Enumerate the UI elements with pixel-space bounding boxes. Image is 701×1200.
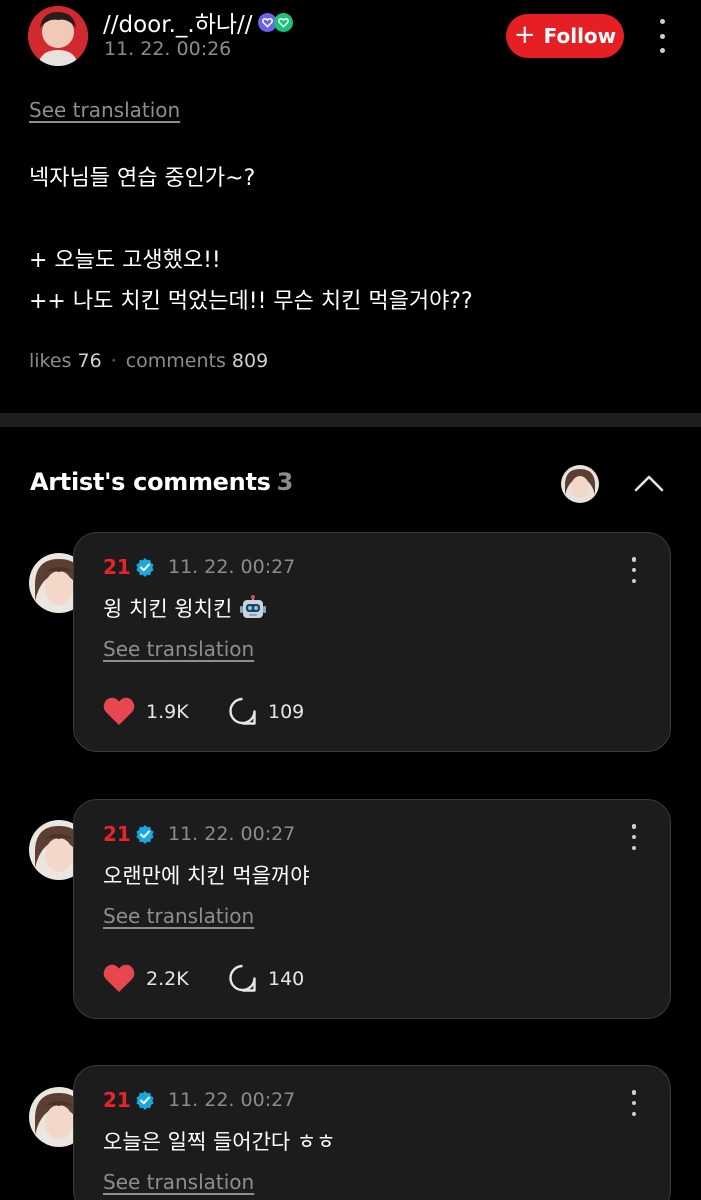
comment-card: 21 11. 22. 00:27 윙 치킨 윙치킨 See translatio… bbox=[73, 532, 671, 752]
see-translation-link[interactable]: See translation bbox=[103, 1170, 254, 1194]
reply-count: 140 bbox=[268, 967, 305, 990]
comment-timestamp: 11. 22. 00:27 bbox=[168, 1089, 296, 1111]
post-text-line: 넥자님들 연습 중인가~? bbox=[29, 166, 256, 191]
post-text-line: ++ 나도 치킨 먹었는데!! 무슨 치킨 먹을거야?? bbox=[29, 289, 473, 314]
post-timestamp: 11. 22. 00:26 bbox=[104, 38, 232, 60]
post-text-line: + 오늘도 고생했오!! bbox=[29, 248, 221, 273]
artist-comments-count: 3 bbox=[276, 468, 294, 496]
post-text: 넥자님들 연습 중인가~? + 오늘도 고생했오!! ++ 나도 치킨 먹었는데… bbox=[29, 158, 669, 322]
reply-count: 109 bbox=[268, 700, 305, 723]
more-options-icon[interactable] bbox=[651, 16, 673, 56]
artist-comments-title: Artist's comments 3 bbox=[30, 468, 294, 496]
comment-author[interactable]: 21 bbox=[103, 822, 155, 846]
like-button[interactable]: 2.2K bbox=[103, 964, 189, 993]
comment-text: 오늘은 일찍 들어간다 ㅎㅎ bbox=[103, 1130, 336, 1154]
verified-badge-icon bbox=[136, 825, 154, 844]
comment-timestamp: 11. 22. 00:27 bbox=[168, 556, 296, 578]
comment-text: 오랜만에 치킨 먹을꺼야 bbox=[103, 864, 310, 888]
follow-button[interactable]: + Follow bbox=[506, 14, 624, 58]
plus-icon: + bbox=[513, 20, 536, 50]
see-translation-link[interactable]: See translation bbox=[103, 904, 254, 928]
heart-icon bbox=[103, 697, 135, 725]
stat-separator: · bbox=[110, 350, 117, 372]
comment-card: 21 11. 22. 00:27 오랜만에 치킨 먹을꺼야 See transl… bbox=[73, 799, 671, 1019]
chevron-up-icon[interactable] bbox=[633, 469, 665, 497]
heart-check-badge-icon bbox=[273, 12, 293, 32]
comments-count[interactable]: 809 bbox=[232, 350, 268, 372]
verified-badge-icon bbox=[136, 1091, 154, 1110]
post-detail-screen: //door._.하나// 11. 22. 00:26 + Follow See… bbox=[0, 0, 701, 1200]
comments-label: comments bbox=[125, 350, 226, 372]
like-count: 2.2K bbox=[146, 967, 189, 990]
like-count: 1.9K bbox=[146, 700, 189, 723]
see-translation-link[interactable]: See translation bbox=[103, 637, 254, 661]
post-stats: likes 76 · comments 809 bbox=[29, 350, 268, 372]
reply-button[interactable]: 109 bbox=[228, 697, 304, 726]
likes-label: likes bbox=[29, 350, 72, 372]
more-options-icon[interactable] bbox=[624, 1090, 644, 1116]
like-button[interactable]: 1.9K bbox=[103, 697, 189, 726]
fan-badges bbox=[257, 12, 293, 32]
likes-count[interactable]: 76 bbox=[77, 350, 101, 372]
section-divider bbox=[0, 413, 701, 427]
comment-text: 윙 치킨 윙치킨 bbox=[103, 593, 267, 623]
post-header: //door._.하나// 11. 22. 00:26 + Follow bbox=[0, 0, 701, 80]
heart-icon bbox=[103, 964, 135, 992]
comment-bubble-icon bbox=[229, 964, 256, 992]
author-avatar[interactable] bbox=[28, 6, 88, 66]
see-translation-link[interactable]: See translation bbox=[29, 98, 180, 122]
more-options-icon[interactable] bbox=[624, 557, 644, 583]
artist-avatar[interactable] bbox=[561, 465, 599, 503]
comment-bubble-icon bbox=[229, 697, 256, 725]
post-text-line bbox=[29, 199, 669, 240]
reply-button[interactable]: 140 bbox=[228, 964, 304, 993]
comment-timestamp: 11. 22. 00:27 bbox=[168, 823, 296, 845]
comment-author[interactable]: 21 bbox=[103, 1088, 155, 1112]
comment-card: 21 11. 22. 00:27 오늘은 일찍 들어간다 ㅎㅎ See tran… bbox=[73, 1065, 671, 1200]
verified-badge-icon bbox=[136, 558, 154, 577]
more-options-icon[interactable] bbox=[624, 824, 644, 850]
author-name[interactable]: //door._.하나// bbox=[103, 5, 293, 39]
robot-face-icon bbox=[240, 595, 267, 618]
comment-author[interactable]: 21 bbox=[103, 555, 155, 579]
